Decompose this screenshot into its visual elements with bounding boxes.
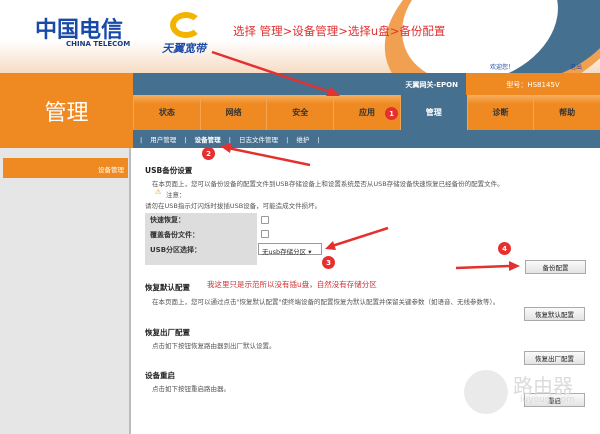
divider: | (286, 136, 288, 144)
tab-network[interactable]: 网络 (200, 95, 267, 130)
tab-help[interactable]: 帮助 (533, 95, 600, 130)
divider: | (184, 136, 186, 144)
arrow-3 (332, 228, 388, 246)
gateway-name: 天翼网关-EPON (133, 73, 466, 95)
reboot-description: 点击如下按钮重启路由器。 (152, 383, 230, 393)
divider: | (140, 136, 142, 144)
arrow-4-head (509, 261, 520, 271)
usb-backup-title: USB备份设置 (145, 165, 192, 176)
warning-text: 请勿在USB指示灯闪烁时拔插USB设备，可能造成文件损坏。 (145, 200, 321, 210)
watermark-url: luyouqi.com (520, 395, 575, 405)
overwrite-backup-label: 覆盖备份文件： (150, 230, 199, 240)
arrow-2 (228, 148, 310, 165)
restore-default-title: 恢复默认配置 (145, 282, 190, 293)
annotation-note: 我这里只是示范所以没有插u盘，自然没有存储分区 (207, 279, 377, 290)
usb-partition-select[interactable]: 无usb存储分区 ▾ (258, 243, 322, 255)
reboot-title: 设备重启 (145, 370, 175, 381)
quick-restore-label: 快速恢复： (150, 215, 185, 225)
warning-icon: ⚠ (155, 188, 161, 196)
step-badge-2: 2 (202, 147, 215, 160)
usb-partition-label: USB分区选择： (150, 245, 201, 255)
factory-reset-title: 恢复出厂配置 (145, 327, 190, 338)
arrow-4 (456, 266, 510, 268)
watermark-router-icon (464, 370, 508, 414)
subnav-user-management[interactable]: 用户管理 (150, 136, 176, 144)
china-telecom-logo-en: CHINA TELECOM (66, 40, 130, 48)
tab-diagnostics[interactable]: 诊断 (467, 95, 534, 130)
sidebar (0, 148, 131, 434)
overwrite-backup-checkbox[interactable] (261, 230, 269, 238)
restore-default-button[interactable]: 恢复默认配置 (524, 307, 585, 321)
step-badge-4: 4 (498, 242, 511, 255)
divider: | (317, 136, 319, 144)
main-tabs: 状态 网络 安全 应用 管理 诊断 帮助 (133, 95, 600, 130)
instruction-annotation: 选择 管理>设备管理>选择u盘>备份配置 (233, 23, 445, 39)
subnav-maintenance[interactable]: 维护 (296, 136, 309, 144)
restore-default-description: 在本页面上，您可以通过点击"恢复默认配置"使终端设备的配置恢复为默认配置并保留关… (152, 296, 499, 306)
tab-management[interactable]: 管理 (400, 95, 467, 130)
chevron-down-icon: ▾ (308, 248, 311, 256)
welcome-text: 欢迎您！ (490, 62, 514, 71)
arrow-3-head (325, 241, 336, 250)
logout-link[interactable]: 退出 (570, 62, 582, 71)
usb-backup-description: 在本页面上，您可以备份设备的配置文件到USB存储设备上和设置系统是否从USB存储… (152, 178, 504, 188)
model-label: 型号：HS8145V (466, 73, 600, 95)
factory-reset-button[interactable]: 恢复出厂配置 (524, 351, 585, 365)
divider: | (229, 136, 231, 144)
header: 中国电信 CHINA TELECOM 天翼宽带 选择 管理>设备管理>选择u盘>… (0, 0, 600, 73)
usb-partition-value: 无usb存储分区 (262, 248, 306, 256)
factory-reset-description: 点击如下按钮恢复路由器到出厂默认设置。 (152, 340, 276, 350)
quick-restore-checkbox[interactable] (261, 216, 269, 224)
subnav-device-management[interactable]: 设备管理 (195, 136, 221, 144)
tianyi-logo-icon (170, 12, 202, 38)
section-title: 管理 (0, 73, 133, 148)
sidebar-item-device-management[interactable]: 设备管理 (3, 158, 128, 178)
step-badge-3: 3 (322, 256, 335, 269)
tab-status[interactable]: 状态 (133, 95, 200, 130)
tianyi-logo-text: 天翼宽带 (162, 40, 206, 56)
backup-config-button[interactable]: 备份配置 (525, 260, 586, 274)
tab-security[interactable]: 安全 (266, 95, 333, 130)
sub-navigation: | 用户管理 | 设备管理 | 日志文件管理 | 维护 | (133, 130, 600, 148)
subnav-log-management[interactable]: 日志文件管理 (239, 136, 278, 144)
step-badge-1: 1 (385, 107, 398, 120)
warning-label: 注意： (166, 189, 186, 199)
